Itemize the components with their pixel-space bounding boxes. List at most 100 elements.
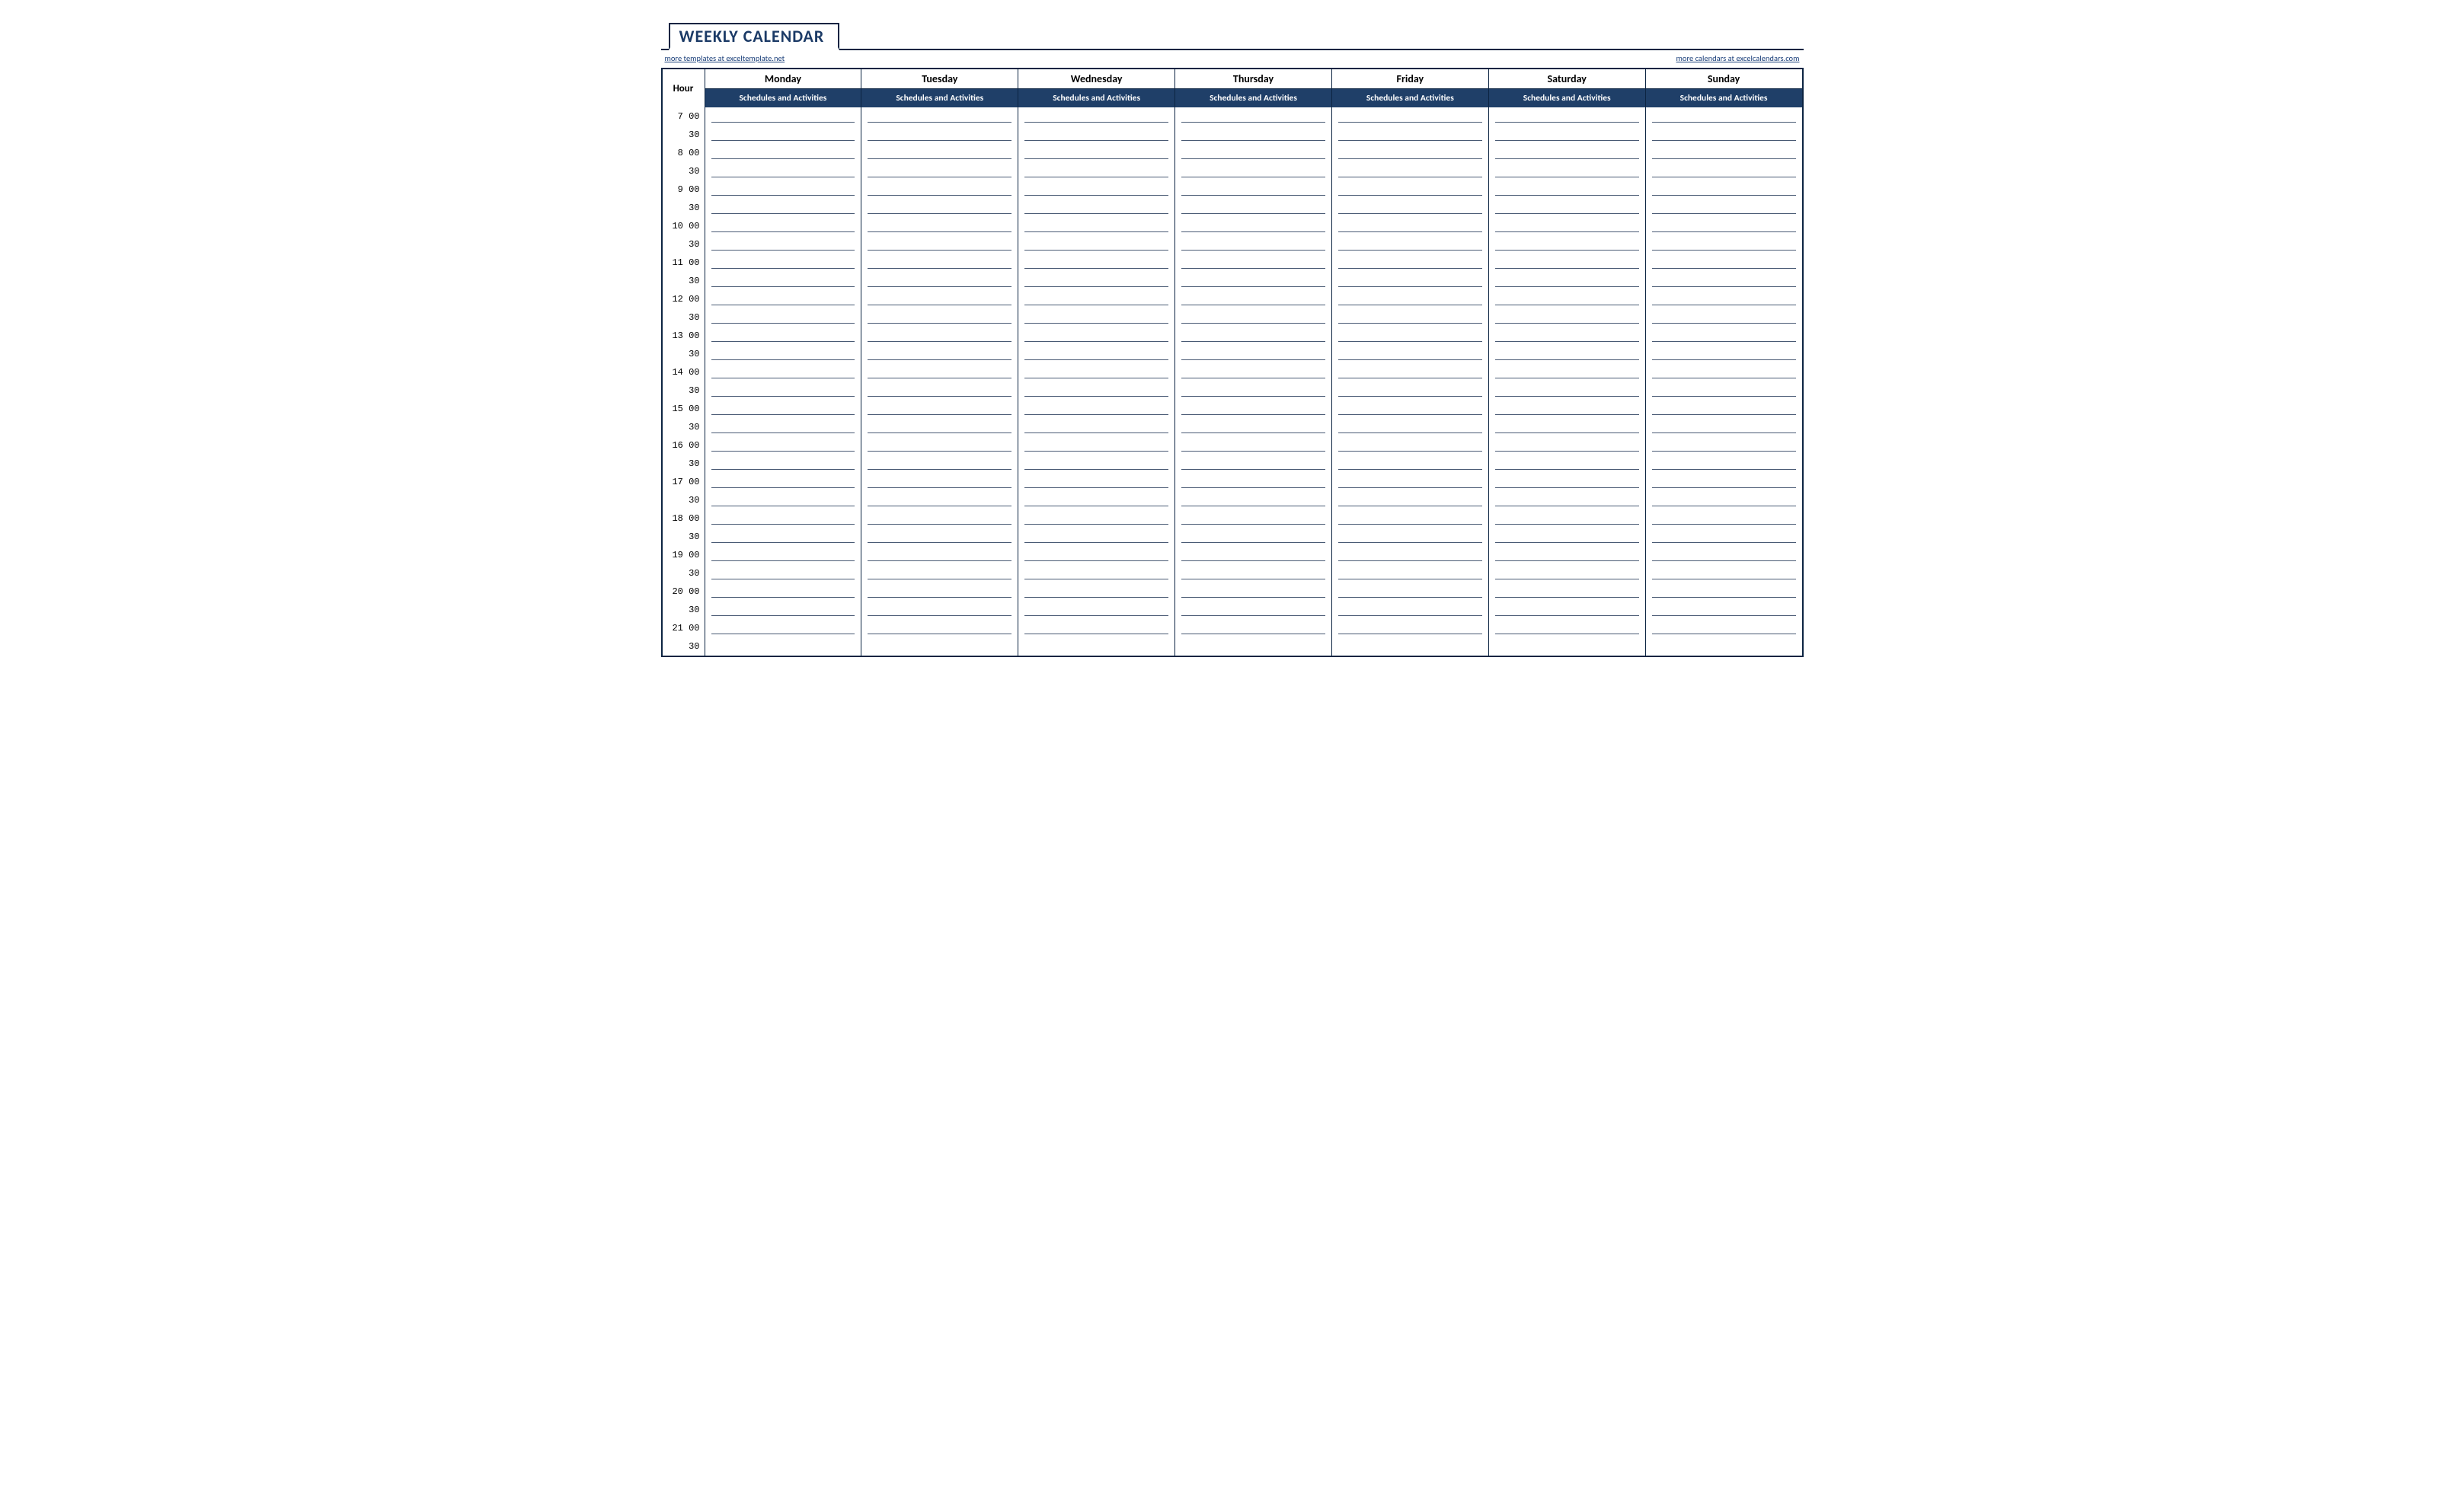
schedule-slot[interactable] [1651,455,1798,473]
schedule-slot[interactable] [710,509,857,528]
schedule-slot[interactable] [1023,619,1170,637]
schedule-slot[interactable] [710,363,857,381]
schedule-slot[interactable] [1651,473,1798,491]
schedule-slot[interactable] [1180,327,1327,345]
schedule-slot[interactable] [710,619,857,637]
schedule-slot[interactable] [1023,217,1170,235]
schedule-slot[interactable] [1023,455,1170,473]
schedule-slot[interactable] [1651,272,1798,290]
schedule-slot[interactable] [1337,363,1484,381]
schedule-slot[interactable] [1494,637,1641,656]
schedule-slot[interactable] [1651,217,1798,235]
schedule-slot[interactable] [1494,308,1641,327]
schedule-slot[interactable] [1180,363,1327,381]
schedule-slot[interactable] [1651,528,1798,546]
schedule-slot[interactable] [1494,528,1641,546]
schedule-slot[interactable] [1023,199,1170,217]
schedule-slot[interactable] [866,418,1013,436]
schedule-slot[interactable] [1023,363,1170,381]
schedule-slot[interactable] [866,601,1013,619]
schedule-slot[interactable] [1180,199,1327,217]
schedule-slot[interactable] [1651,400,1798,418]
schedule-slot[interactable] [866,144,1013,162]
schedule-slot[interactable] [1180,491,1327,509]
schedule-slot[interactable] [866,363,1013,381]
schedule-slot[interactable] [710,199,857,217]
schedule-slot[interactable] [866,345,1013,363]
schedule-slot[interactable] [1494,107,1641,126]
schedule-slot[interactable] [1180,509,1327,528]
schedule-slot[interactable] [1494,473,1641,491]
schedule-slot[interactable] [866,290,1013,308]
schedule-slot[interactable] [866,583,1013,601]
schedule-slot[interactable] [1337,509,1484,528]
schedule-slot[interactable] [1337,601,1484,619]
schedule-slot[interactable] [1651,254,1798,272]
schedule-slot[interactable] [1494,546,1641,564]
templates-link[interactable]: more templates at exceltemplate.net [665,53,785,63]
schedule-slot[interactable] [1651,491,1798,509]
schedule-slot[interactable] [710,528,857,546]
schedule-slot[interactable] [1494,381,1641,400]
schedule-slot[interactable] [1337,455,1484,473]
schedule-slot[interactable] [710,564,857,583]
calendars-link[interactable]: more calendars at excelcalendars.com [1676,53,1800,63]
schedule-slot[interactable] [1023,583,1170,601]
schedule-slot[interactable] [1651,199,1798,217]
schedule-slot[interactable] [1494,436,1641,455]
schedule-slot[interactable] [1180,180,1327,199]
schedule-slot[interactable] [1494,144,1641,162]
schedule-slot[interactable] [1651,381,1798,400]
schedule-slot[interactable] [1023,290,1170,308]
schedule-slot[interactable] [1180,144,1327,162]
schedule-slot[interactable] [1337,308,1484,327]
schedule-slot[interactable] [1337,583,1484,601]
schedule-slot[interactable] [866,126,1013,144]
schedule-slot[interactable] [1337,619,1484,637]
schedule-slot[interactable] [866,235,1013,254]
schedule-slot[interactable] [1651,363,1798,381]
schedule-slot[interactable] [866,546,1013,564]
schedule-slot[interactable] [710,473,857,491]
schedule-slot[interactable] [1651,345,1798,363]
schedule-slot[interactable] [1651,564,1798,583]
schedule-slot[interactable] [866,473,1013,491]
schedule-slot[interactable] [1180,345,1327,363]
schedule-slot[interactable] [1180,400,1327,418]
schedule-slot[interactable] [866,180,1013,199]
schedule-slot[interactable] [1180,217,1327,235]
schedule-slot[interactable] [1494,418,1641,436]
schedule-slot[interactable] [1180,473,1327,491]
schedule-slot[interactable] [1494,126,1641,144]
schedule-slot[interactable] [866,327,1013,345]
schedule-slot[interactable] [710,107,857,126]
schedule-slot[interactable] [1494,400,1641,418]
schedule-slot[interactable] [710,491,857,509]
schedule-slot[interactable] [710,308,857,327]
schedule-slot[interactable] [1337,217,1484,235]
schedule-slot[interactable] [866,564,1013,583]
schedule-slot[interactable] [1180,272,1327,290]
schedule-slot[interactable] [1651,509,1798,528]
schedule-slot[interactable] [710,418,857,436]
schedule-slot[interactable] [1651,308,1798,327]
schedule-slot[interactable] [1337,254,1484,272]
schedule-slot[interactable] [866,272,1013,290]
schedule-slot[interactable] [1023,180,1170,199]
schedule-slot[interactable] [1494,327,1641,345]
schedule-slot[interactable] [1337,107,1484,126]
schedule-slot[interactable] [710,601,857,619]
schedule-slot[interactable] [1651,619,1798,637]
schedule-slot[interactable] [1494,345,1641,363]
schedule-slot[interactable] [710,381,857,400]
schedule-slot[interactable] [1337,272,1484,290]
schedule-slot[interactable] [1494,290,1641,308]
schedule-slot[interactable] [1023,272,1170,290]
schedule-slot[interactable] [710,235,857,254]
schedule-slot[interactable] [1494,217,1641,235]
schedule-slot[interactable] [1180,564,1327,583]
schedule-slot[interactable] [1494,162,1641,180]
schedule-slot[interactable] [1651,583,1798,601]
schedule-slot[interactable] [1023,491,1170,509]
schedule-slot[interactable] [866,162,1013,180]
